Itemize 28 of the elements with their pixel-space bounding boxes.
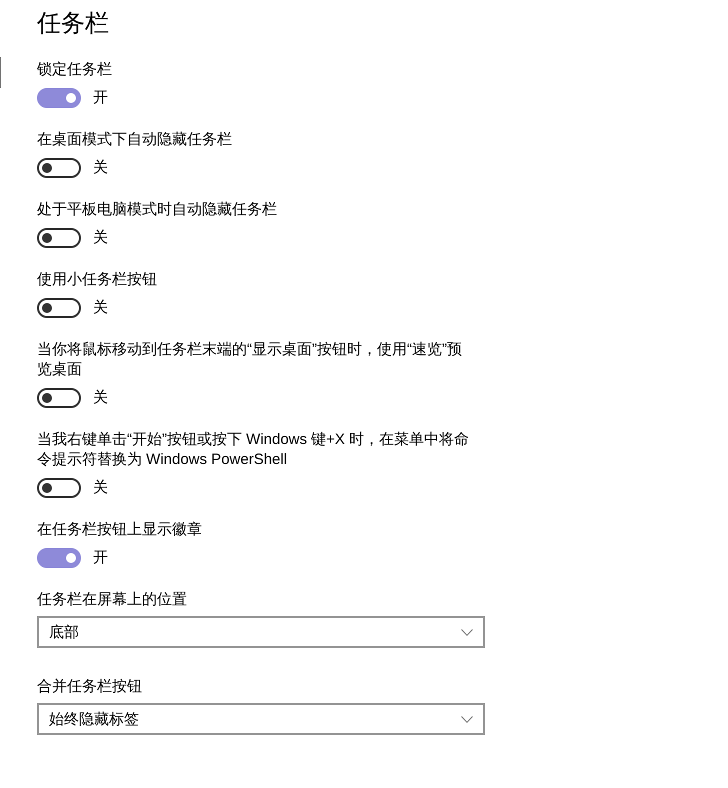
setting-label: 当你将鼠标移动到任务栏末端的“显示桌面”按钮时，使用“速览”预览桌面 <box>37 340 463 380</box>
setting-label: 锁定任务栏 <box>37 60 112 80</box>
toggle-switch[interactable] <box>37 88 81 108</box>
page-title: 任务栏 <box>37 9 109 39</box>
setting-label: 任务栏在屏幕上的位置 <box>37 590 187 610</box>
toggle-switch[interactable] <box>37 228 81 248</box>
setting-label: 在任务栏按钮上显示徽章 <box>37 520 202 540</box>
toggle-state-label: 关 <box>93 228 108 248</box>
toggle-state-label: 开 <box>93 548 108 568</box>
toggle-state-label: 关 <box>93 298 108 318</box>
chevron-down-icon <box>461 716 473 722</box>
toggle-state-label: 开 <box>93 88 108 108</box>
toggle-state-label: 关 <box>93 158 108 178</box>
toggle-state-label: 关 <box>93 388 108 408</box>
toggle-switch[interactable] <box>37 298 81 318</box>
toggle-switch[interactable] <box>37 548 81 568</box>
setting-label: 合并任务栏按钮 <box>37 677 142 697</box>
toggle-switch[interactable] <box>37 388 81 408</box>
dropdown[interactable]: 始终隐藏标签 <box>37 703 485 735</box>
dropdown[interactable]: 底部 <box>37 616 485 648</box>
setting-label: 处于平板电脑模式时自动隐藏任务栏 <box>37 200 277 220</box>
setting-label: 使用小任务栏按钮 <box>37 270 157 290</box>
toggle-state-label: 关 <box>93 478 108 498</box>
setting-label: 在桌面模式下自动隐藏任务栏 <box>37 130 232 150</box>
toggle-switch[interactable] <box>37 478 81 498</box>
toggle-switch[interactable] <box>37 158 81 178</box>
setting-label: 当我右键单击“开始”按钮或按下 Windows 键+X 时，在菜单中将命令提示符替换为 Windows PowerShell <box>37 430 470 470</box>
chevron-down-icon <box>461 628 473 636</box>
